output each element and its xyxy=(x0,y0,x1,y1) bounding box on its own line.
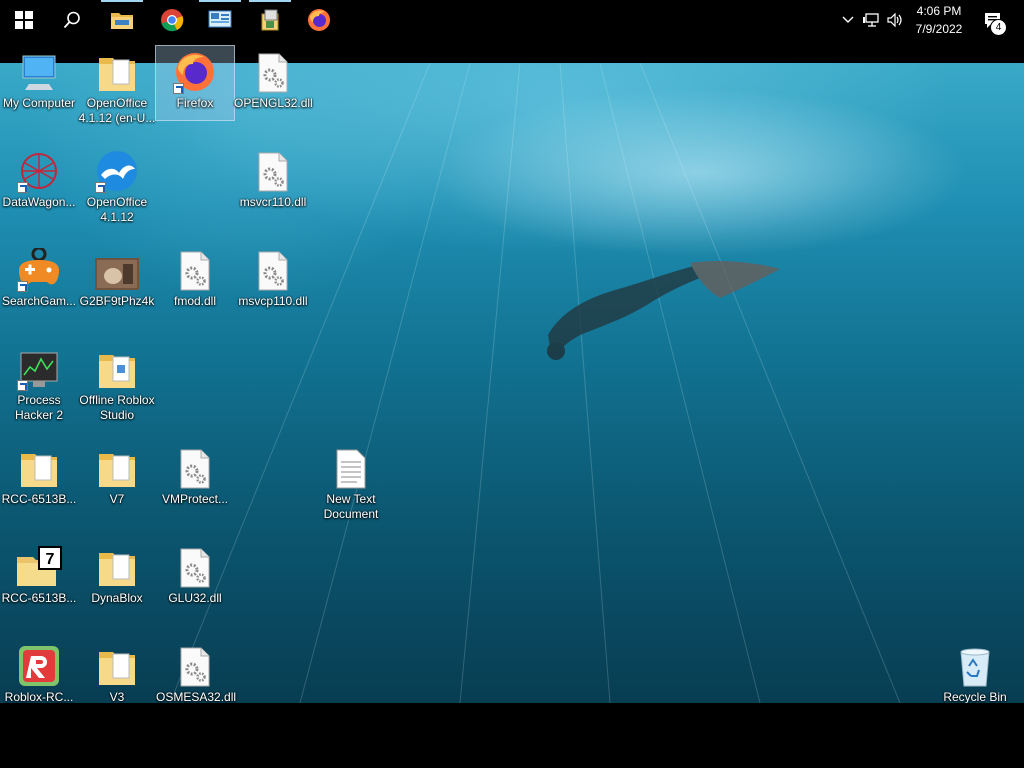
dll-file-icon xyxy=(249,50,297,94)
desktop-icon-dynablox-folder[interactable]: DynaBlox xyxy=(78,541,156,615)
desktop-icon-label: msvcp110.dll xyxy=(238,294,308,308)
dll-file-icon xyxy=(171,545,219,589)
openoffice-icon xyxy=(93,149,141,193)
action-center-button[interactable]: 4 xyxy=(978,0,1008,40)
gamepad-icon xyxy=(15,248,63,292)
roblox-icon xyxy=(15,644,63,688)
desktop-icon-label: RCC-6513B... xyxy=(1,591,77,605)
start-button[interactable] xyxy=(0,0,48,40)
desktop-icon-label: Offline Roblox Studio xyxy=(79,393,155,422)
network-graph-icon xyxy=(15,149,63,193)
desktop-icon-label: fmod.dll xyxy=(173,294,217,308)
desktop-icon-fmod-dll[interactable]: fmod.dll xyxy=(156,244,234,318)
desktop-icon-rcc-6513b-archive[interactable]: 7 RCC-6513B... xyxy=(0,541,78,615)
desktop-icon-label: Process Hacker 2 xyxy=(14,393,64,422)
desktop-icon-msvcp110-dll[interactable]: msvcp110.dll xyxy=(234,244,312,318)
search-icon xyxy=(63,11,80,29)
desktop-icon-g2bf9tphz4k-image[interactable]: G2BF9tPhz4k xyxy=(78,244,156,318)
desktop-icon-process-hacker-shortcut[interactable]: Process Hacker 2 xyxy=(0,343,78,422)
text-file-icon xyxy=(327,446,375,490)
folder-icon xyxy=(93,50,141,94)
search-button[interactable] xyxy=(48,0,96,40)
clock-date: 7/9/2022 xyxy=(915,22,963,36)
desktop-icon-label: RCC-6513B... xyxy=(1,492,77,506)
desktop-icon-v7-folder[interactable]: V7 xyxy=(78,442,156,516)
chrome-icon xyxy=(161,9,184,32)
desktop-icon-label: msvcr110.dll xyxy=(239,195,307,209)
folder-icon xyxy=(93,446,141,490)
desktop-icon-label: My Computer xyxy=(2,96,76,110)
taskbar-chrome[interactable] xyxy=(148,0,196,40)
desktop-icon-searchgame-shortcut[interactable]: SearchGam... xyxy=(0,244,78,318)
desktop-icon-vmprotect-file[interactable]: VMProtect... xyxy=(156,442,234,516)
network-button[interactable] xyxy=(860,0,882,40)
folder-icon xyxy=(111,13,133,29)
chevron-up-icon xyxy=(842,16,854,23)
recycle-bin-icon xyxy=(951,644,999,688)
shortcut-arrow-icon xyxy=(95,182,106,193)
svg-text:7: 7 xyxy=(46,551,55,568)
monitor-graph-icon xyxy=(15,347,63,391)
desktop-icon-offline-roblox-studio-folder[interactable]: Offline Roblox Studio xyxy=(78,343,156,422)
desktop-icon-label: VMProtect... xyxy=(161,492,229,506)
dll-file-icon xyxy=(249,149,297,193)
dll-file-icon xyxy=(171,248,219,292)
shortcut-arrow-icon xyxy=(17,380,28,391)
desktop-icon-msvcr110-dll[interactable]: msvcr110.dll xyxy=(234,145,312,219)
desktop-icon-datawagon-shortcut[interactable]: DataWagon... xyxy=(0,145,78,219)
notification-count-badge: 4 xyxy=(990,19,1007,36)
7zip-archive-icon: 7 xyxy=(15,545,63,589)
shortcut-arrow-icon xyxy=(17,182,28,193)
desktop-icon-label: OpenOffice 4.1.12 xyxy=(86,195,148,224)
desktop-icon-label: Firefox xyxy=(176,96,214,110)
folder-icon xyxy=(93,644,141,688)
clock[interactable]: 4:06 PM 7/9/2022 xyxy=(908,0,970,40)
windows-logo-icon xyxy=(15,11,33,29)
dll-file-icon xyxy=(171,644,219,688)
desktop-icon-label: New Text Document xyxy=(323,492,379,521)
desktop-icon-my-computer[interactable]: My Computer xyxy=(0,46,78,120)
desktop-icon-firefox-shortcut[interactable]: Firefox xyxy=(155,45,235,121)
desktop-icon-label: DataWagon... xyxy=(2,195,76,209)
desktop-icon-label: SearchGam... xyxy=(1,294,77,308)
taskbar-firefox[interactable] xyxy=(295,0,343,40)
network-icon xyxy=(863,13,879,27)
firefox-icon xyxy=(171,50,219,94)
desktop-icon-rcc-6513b-folder[interactable]: RCC-6513B... xyxy=(0,442,78,516)
desktop-icon-label: OPENGL32.dll xyxy=(234,96,313,110)
taskbar-control-panel[interactable] xyxy=(196,0,244,40)
desktop-icon-label: G2BF9tPhz4k xyxy=(79,294,155,308)
taskbar: 4:06 PM 7/9/2022 4 xyxy=(0,0,1024,40)
firefox-icon xyxy=(308,9,330,31)
desktop-icon-label: OpenOffice 4.1.12 (en-U... xyxy=(78,96,156,125)
desktop-icon-openoffice-shortcut[interactable]: OpenOffice 4.1.12 xyxy=(78,145,156,224)
screen-bottom-bar xyxy=(0,703,1024,768)
computer-icon xyxy=(15,50,63,94)
dll-file-icon xyxy=(171,446,219,490)
desktop-icon-label: DynaBlox xyxy=(91,591,143,605)
shortcut-arrow-icon xyxy=(17,281,28,292)
desktop-icon-label: V7 xyxy=(109,492,125,506)
taskbar-file-explorer[interactable] xyxy=(98,0,146,40)
desktop-icon-label: GLU32.dll xyxy=(168,591,222,605)
clock-time: 4:06 PM xyxy=(916,4,962,18)
speaker-icon xyxy=(887,13,902,27)
dll-file-icon xyxy=(249,248,297,292)
desktop-icon-opengl32-dll[interactable]: OPENGL32.dll xyxy=(234,46,313,120)
control-panel-icon xyxy=(208,10,232,28)
app-window-icon xyxy=(261,9,279,31)
desktop-icon-glu32-dll[interactable]: GLU32.dll xyxy=(156,541,234,615)
show-hidden-icons-button[interactable] xyxy=(838,0,858,40)
folder-icon xyxy=(93,347,141,391)
volume-button[interactable] xyxy=(884,0,906,40)
desktop-icon-new-text-document[interactable]: New Text Document xyxy=(312,442,390,521)
taskbar-app-window[interactable] xyxy=(246,0,294,40)
folder-icon xyxy=(15,446,63,490)
folder-icon xyxy=(93,545,141,589)
desktop-icon-openoffice-installer-folder[interactable]: OpenOffice 4.1.12 (en-U... xyxy=(78,46,156,125)
image-thumbnail-icon xyxy=(93,248,141,292)
shortcut-arrow-icon xyxy=(173,83,184,94)
